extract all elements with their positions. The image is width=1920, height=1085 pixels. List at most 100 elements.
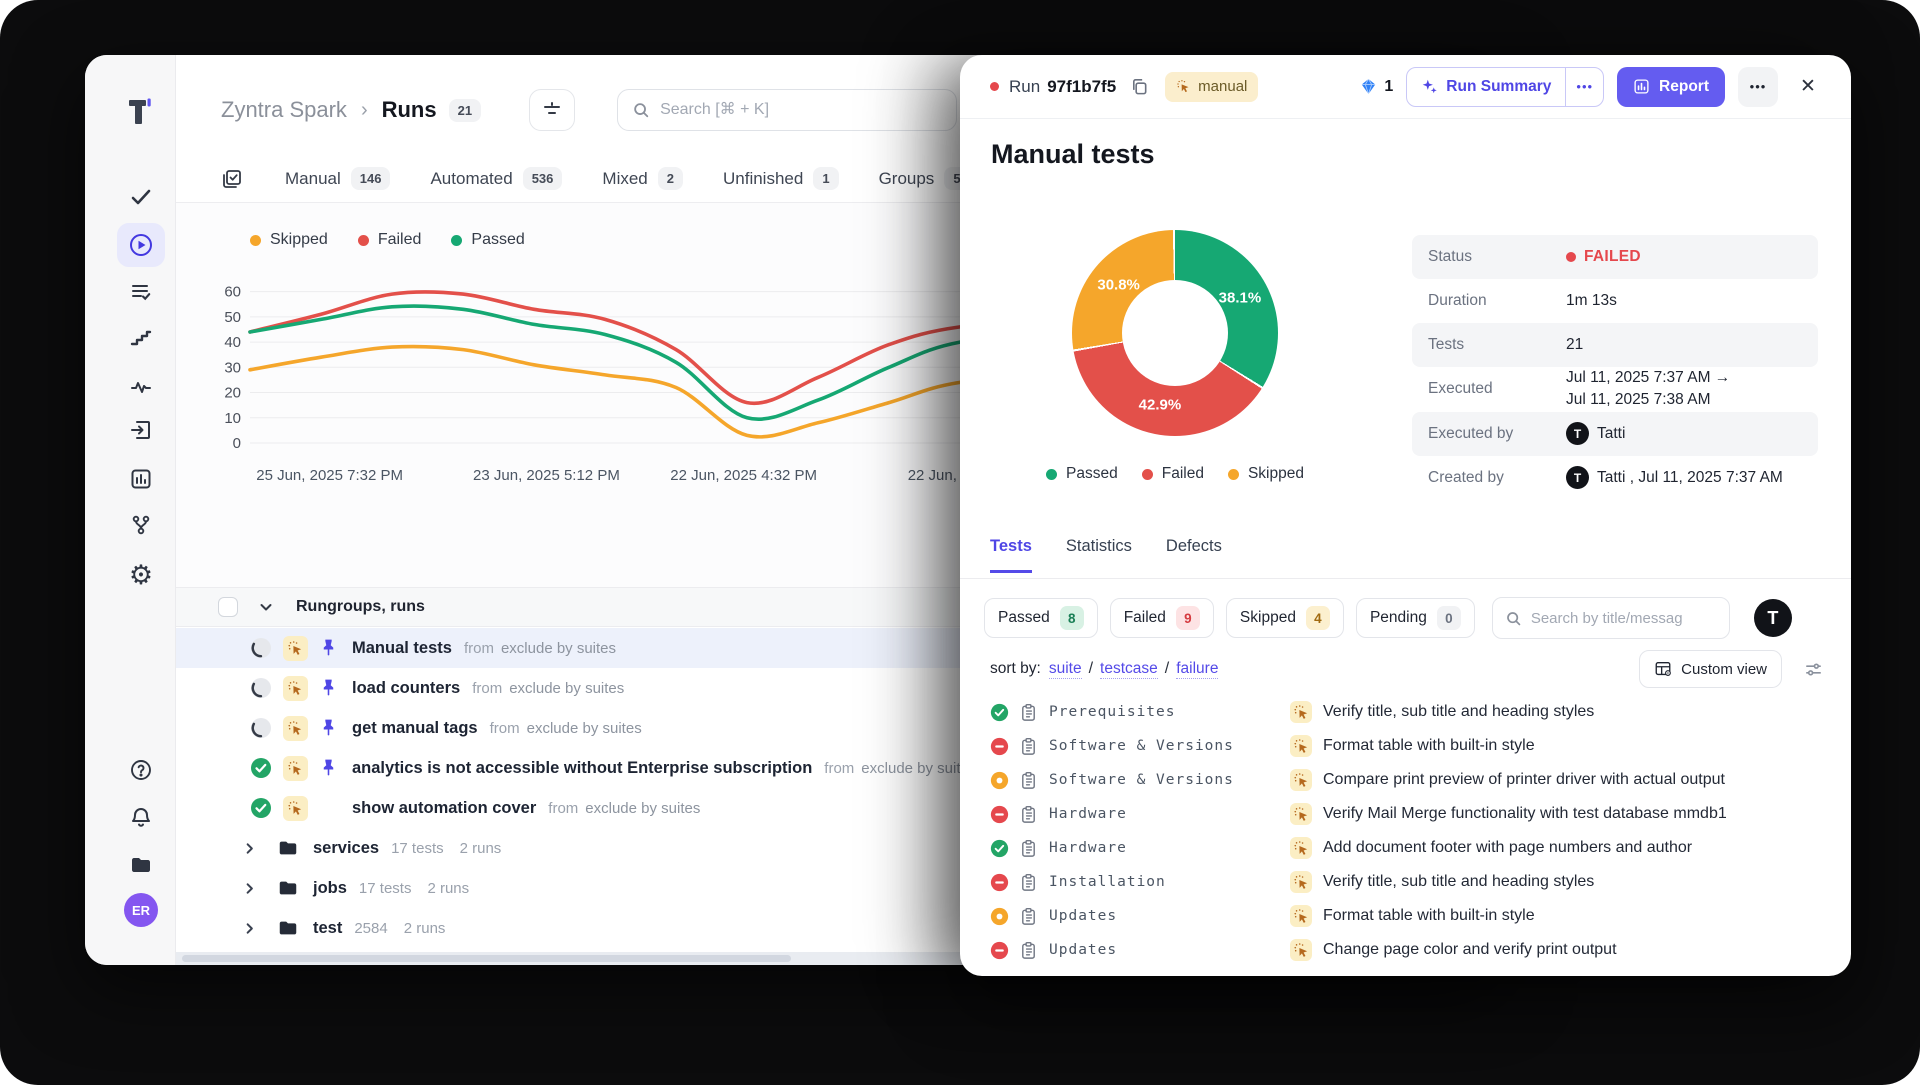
chevron-right-icon[interactable] [242, 841, 257, 856]
sidebar-item-steps[interactable] [117, 315, 165, 359]
run-name[interactable]: load counters [352, 679, 460, 698]
pin-icon[interactable] [319, 677, 339, 699]
test-result-row[interactable]: Updates Change page color and verify prin… [960, 933, 1851, 967]
filter-button[interactable] [529, 89, 575, 131]
sidebar-item-tests[interactable] [117, 175, 165, 219]
sidebar-item-analytics[interactable] [117, 457, 165, 501]
tab-statistics[interactable]: Statistics [1066, 537, 1132, 570]
tab-groups[interactable]: Groups5 [879, 167, 970, 190]
sidebar-item-runs[interactable] [117, 223, 165, 267]
sidebar-item-plans[interactable] [117, 270, 165, 314]
run-name[interactable]: Manual tests [352, 639, 452, 658]
scrollbar-thumb[interactable] [182, 955, 791, 962]
suite-name[interactable]: Prerequisites [1049, 704, 1176, 720]
chevron-down-icon[interactable] [258, 599, 274, 615]
run-from-label: from [464, 640, 494, 657]
filter-chip-pending[interactable]: Pending0 [1356, 598, 1475, 638]
test-title[interactable]: Change page color and verify print outpu… [1323, 941, 1617, 959]
folder-name[interactable]: jobs [313, 879, 347, 898]
test-title[interactable]: Verify title, sub title and heading styl… [1323, 703, 1594, 721]
tab-tests[interactable]: Tests [990, 537, 1032, 573]
run-name[interactable]: show automation cover [352, 799, 536, 818]
test-result-row[interactable]: Updates Format table with built-in style [960, 899, 1851, 933]
test-result-row[interactable]: Hardware Verify Mail Merge functionality … [960, 797, 1851, 831]
search-input[interactable] [660, 101, 942, 119]
sidebar-item-notifications[interactable] [117, 795, 165, 839]
folder-name[interactable]: services [313, 839, 379, 858]
run-summary-button[interactable]: Run Summary ••• [1406, 67, 1604, 107]
chip-label: Failed [1124, 609, 1166, 627]
pin-icon[interactable] [319, 757, 339, 779]
folder-name[interactable]: test [313, 919, 342, 938]
run-summary-more[interactable]: ••• [1565, 68, 1603, 106]
run-source[interactable]: exclude by suites [527, 720, 642, 737]
manual-tag[interactable]: manual [1165, 72, 1258, 102]
filter-chip-passed[interactable]: Passed8 [984, 598, 1098, 638]
report-button[interactable]: Report [1617, 67, 1725, 107]
manual-run-icon [283, 676, 308, 701]
sliders-icon[interactable] [1804, 660, 1823, 679]
sidebar-item-import[interactable] [117, 408, 165, 452]
chevron-right-icon[interactable] [242, 921, 257, 936]
breadcrumb-project[interactable]: Zyntra Spark [221, 97, 347, 123]
sidebar-item-settings[interactable]: ⚙ [117, 553, 165, 597]
tab-mixed[interactable]: Mixed2 [602, 167, 683, 190]
user-avatar[interactable]: ER [124, 893, 158, 927]
panel-more-button[interactable]: ••• [1738, 67, 1778, 107]
select-all-icon[interactable] [221, 168, 243, 190]
suite-name[interactable]: Updates [1049, 942, 1117, 958]
pin-icon[interactable] [319, 637, 339, 659]
sidebar-item-branches[interactable] [117, 503, 165, 547]
chevron-right-icon[interactable] [242, 881, 257, 896]
sidebar-item-pulse[interactable] [117, 365, 165, 409]
custom-view-button[interactable]: Custom view [1639, 650, 1782, 688]
test-title[interactable]: Format table with built-in style [1323, 737, 1535, 755]
tab-automated[interactable]: Automated536 [430, 167, 562, 190]
test-result-row[interactable]: Software & Versions Format table with bui… [960, 729, 1851, 763]
suite-name[interactable]: Updates [1049, 908, 1117, 924]
tab-defects[interactable]: Defects [1166, 537, 1222, 570]
sort-link-testcase[interactable]: testcase [1100, 660, 1158, 679]
test-search[interactable] [1492, 597, 1730, 639]
suite-name[interactable]: Hardware [1049, 840, 1127, 856]
close-icon[interactable]: ✕ [1791, 70, 1825, 104]
test-result-row[interactable]: Installation Verify title, sub title and … [960, 865, 1851, 899]
suite-name[interactable]: Software & Versions [1049, 772, 1234, 788]
test-search-input[interactable] [1531, 610, 1717, 627]
select-all-checkbox[interactable] [218, 597, 238, 617]
test-result-row[interactable]: Hardware Add document footer with page nu… [960, 831, 1851, 865]
run-name[interactable]: get manual tags [352, 719, 478, 738]
tab-manual[interactable]: Manual146 [285, 167, 390, 190]
test-result-row[interactable]: Prerequisites Verify title, sub title and… [960, 695, 1851, 729]
test-title[interactable]: Compare print preview of printer driver … [1323, 771, 1725, 789]
filter-chip-failed[interactable]: Failed9 [1110, 598, 1214, 638]
run-name[interactable]: analytics is not accessible without Ente… [352, 759, 812, 778]
test-title[interactable]: Verify title, sub title and heading styl… [1323, 873, 1594, 891]
sparkle-icon [1421, 78, 1438, 95]
suite-name[interactable]: Hardware [1049, 806, 1127, 822]
run-source[interactable]: exclude by suites [501, 640, 616, 657]
test-title[interactable]: Format table with built-in style [1323, 907, 1535, 925]
test-title[interactable]: Add document footer with page numbers an… [1323, 839, 1692, 857]
bar-chart-icon [1633, 78, 1650, 95]
skipped-status-icon [990, 771, 1009, 790]
detail-row-executed-by: Executed byTTatti [1412, 412, 1818, 456]
sort-link-suite[interactable]: suite [1049, 660, 1082, 679]
run-source[interactable]: exclude by suites [509, 680, 624, 697]
test-result-row[interactable]: Software & Versions Compare print preview… [960, 763, 1851, 797]
sort-link-failure[interactable]: failure [1176, 660, 1218, 679]
tab-unfinished[interactable]: Unfinished1 [723, 167, 839, 190]
sidebar-item-projects[interactable] [117, 843, 165, 887]
test-title[interactable]: Verify Mail Merge functionality with tes… [1323, 805, 1727, 823]
sidebar-item-help[interactable] [117, 748, 165, 792]
donut-slice-label: 42.9% [1139, 397, 1182, 414]
copy-icon[interactable] [1130, 77, 1149, 96]
run-source[interactable]: exclude by suites [585, 800, 700, 817]
global-search[interactable] [617, 89, 957, 131]
tab-count-badge: 2 [658, 167, 683, 190]
legend-dot [1046, 469, 1057, 480]
pin-icon[interactable] [319, 717, 339, 739]
suite-name[interactable]: Software & Versions [1049, 738, 1234, 754]
suite-name[interactable]: Installation [1049, 874, 1166, 890]
filter-chip-skipped[interactable]: Skipped4 [1226, 598, 1344, 638]
